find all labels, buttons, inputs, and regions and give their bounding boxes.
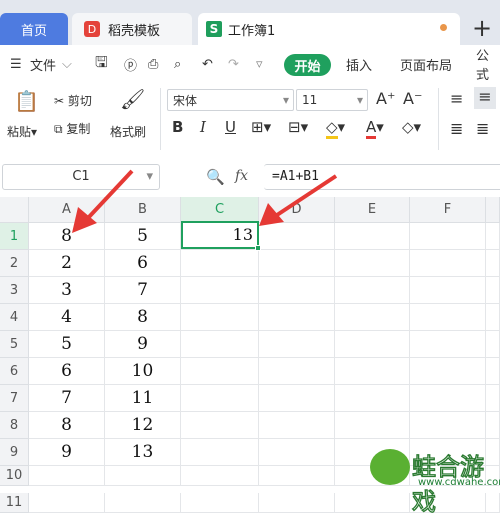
watermark-site: www.cdwahe.com [418,477,500,488]
annotation-arrows [72,169,338,233]
watermark-frog-logo [370,449,410,485]
arrow-to-a1 [72,169,134,233]
cell-b11[interactable] [105,493,181,513]
row-header[interactable]: 11 [0,493,29,513]
arrow-to-formula [259,174,338,226]
cell-c11[interactable] [181,493,259,513]
cell-e11[interactable] [335,493,410,513]
cell-d11[interactable] [259,493,335,513]
cell-a11[interactable] [29,493,105,513]
